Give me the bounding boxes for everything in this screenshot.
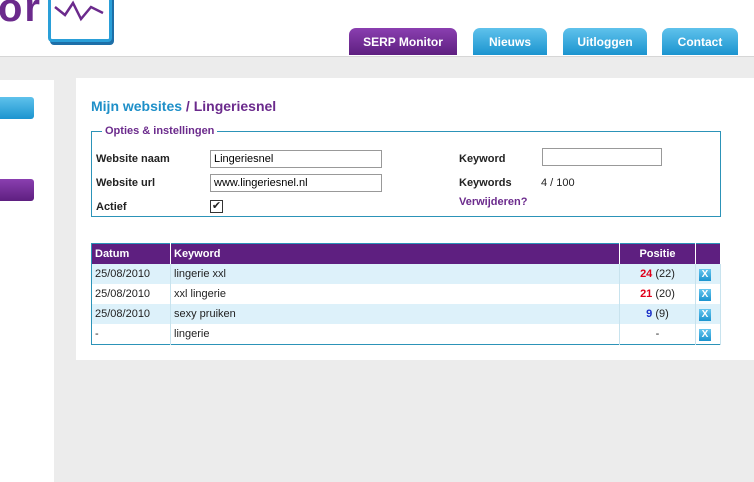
header-positie[interactable]: Positie: [619, 243, 696, 264]
header-keyword[interactable]: Keyword: [170, 243, 620, 264]
delete-keyword-icon[interactable]: X: [699, 328, 711, 341]
sidebar: [0, 80, 54, 482]
cell-action: X: [695, 304, 721, 324]
sidebar-button-purple[interactable]: [0, 179, 34, 201]
logo-text: or: [0, 0, 42, 30]
cell-keyword: xxl lingerie: [170, 284, 620, 304]
previous-position: (20): [655, 288, 675, 300]
cell-keyword: sexy pruiken: [170, 304, 620, 324]
table-row: 25/08/2010 lingerie xxl 24 (22) X: [91, 264, 721, 284]
website-name-label: Website naam: [96, 153, 170, 165]
breadcrumb-link-mijn-websites[interactable]: Mijn websites: [91, 98, 182, 114]
options-fieldset: Opties & instellingen Website naam Websi…: [91, 125, 721, 217]
breadcrumb: Mijn websites / Lingeriesnel: [91, 98, 276, 114]
tab-nieuws[interactable]: Nieuws: [473, 28, 547, 55]
website-url-label: Website url: [96, 177, 156, 189]
position-number: 24: [640, 268, 653, 280]
header-datum[interactable]: Datum: [91, 243, 171, 264]
logo-chart-icon: [48, 0, 112, 42]
header-actions: [695, 243, 721, 264]
actief-checkbox[interactable]: ✔: [210, 200, 223, 213]
cell-datum: -: [91, 324, 171, 345]
website-url-input[interactable]: [210, 174, 382, 192]
tab-contact[interactable]: Contact: [662, 28, 738, 55]
keyword-label: Keyword: [459, 153, 506, 165]
keywords-count: 4 / 100: [541, 177, 575, 189]
cell-action: X: [695, 284, 721, 304]
table-header-row: Datum Keyword Positie: [91, 243, 721, 264]
cell-action: X: [695, 264, 721, 284]
tab-serp-monitor[interactable]: SERP Monitor: [349, 28, 457, 55]
table-row: - lingerie - X: [91, 324, 721, 345]
delete-keyword-icon[interactable]: X: [699, 308, 711, 321]
keywords-table: Datum Keyword Positie 25/08/2010 lingeri…: [91, 243, 721, 345]
cell-keyword: lingerie: [170, 324, 620, 345]
cell-datum: 25/08/2010: [91, 304, 171, 324]
position-number: -: [655, 328, 660, 340]
website-name-input[interactable]: [210, 150, 382, 168]
keywords-label: Keywords: [459, 177, 512, 189]
breadcrumb-separator: /: [185, 98, 190, 114]
previous-position: (22): [655, 268, 675, 280]
cell-positie: -: [619, 324, 696, 345]
keyword-input[interactable]: [542, 148, 662, 166]
delete-keyword-icon[interactable]: X: [699, 268, 711, 281]
cell-positie: 24 (22): [619, 264, 696, 284]
header: or SERP Monitor Nieuws Uitloggen Contact: [0, 0, 754, 57]
cell-keyword: lingerie xxl: [170, 264, 620, 284]
breadcrumb-current: Lingeriesnel: [193, 98, 277, 114]
cell-datum: 25/08/2010: [91, 264, 171, 284]
delete-keyword-icon[interactable]: X: [699, 288, 711, 301]
options-legend: Opties & instellingen: [105, 125, 215, 137]
actief-label: Actief: [96, 201, 127, 213]
cell-action: X: [695, 324, 721, 345]
main-panel: Mijn websites / Lingeriesnel Opties & in…: [76, 78, 754, 360]
tab-uitloggen[interactable]: Uitloggen: [563, 28, 647, 55]
position-number: 9: [646, 308, 653, 320]
sidebar-button-blue[interactable]: [0, 97, 34, 119]
cell-positie: 21 (20): [619, 284, 696, 304]
position-number: 21: [640, 288, 653, 300]
table-row: 25/08/2010 xxl lingerie 21 (20) X: [91, 284, 721, 304]
cell-positie: 9 (9): [619, 304, 696, 324]
table-row: 25/08/2010 sexy pruiken 9 (9) X: [91, 304, 721, 324]
cell-datum: 25/08/2010: [91, 284, 171, 304]
previous-position: (9): [655, 308, 669, 320]
delete-website-link[interactable]: Verwijderen?: [459, 196, 527, 208]
